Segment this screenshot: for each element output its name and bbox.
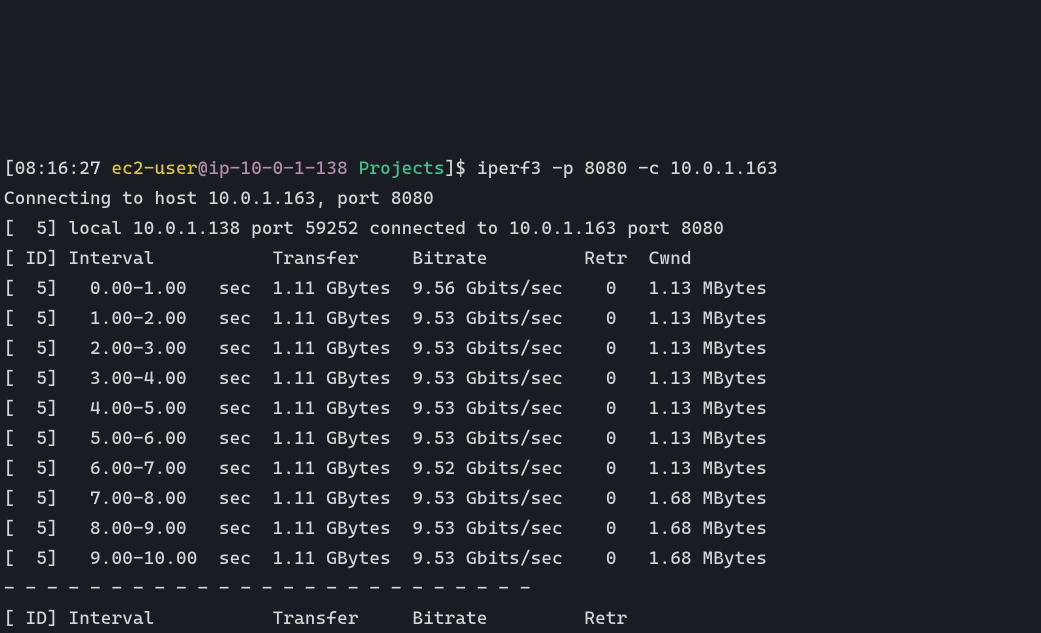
separator-row: - - - - - - - - - - - - - - - - - - - - …: [4, 574, 1037, 604]
working-dir: Projects: [359, 158, 445, 179]
prompt-close: ]$: [445, 158, 477, 179]
interval-row: [ 5] 8.00-9.00 sec 1.11 GBytes 9.53 Gbit…: [4, 514, 1037, 544]
interval-row: [ 5] 3.00-4.00 sec 1.11 GBytes 9.53 Gbit…: [4, 364, 1037, 394]
username: ec2-user: [111, 158, 197, 179]
summary-header: [ ID] Interval Transfer Bitrate Retr: [4, 604, 1037, 633]
prompt-line: [08:16:27 ec2-user@ip-10-0-1-138 Project…: [4, 154, 1037, 184]
hostname: ip-10-0-1-138: [208, 158, 358, 179]
interval-row: [ 5] 9.00-10.00 sec 1.11 GBytes 9.53 Gbi…: [4, 544, 1037, 574]
timestamp: [08:16:27: [4, 158, 111, 179]
at-sign: @: [197, 158, 208, 179]
interval-row: [ 5] 6.00-7.00 sec 1.11 GBytes 9.52 Gbit…: [4, 454, 1037, 484]
command-text: iperf3 -p 8080 -c 10.0.1.163: [477, 158, 778, 179]
connecting-line: Connecting to host 10.0.1.163, port 8080: [4, 184, 1037, 214]
local-line: [ 5] local 10.0.1.138 port 59252 connect…: [4, 214, 1037, 244]
interval-row: [ 5] 4.00-5.00 sec 1.11 GBytes 9.53 Gbit…: [4, 394, 1037, 424]
interval-row: [ 5] 7.00-8.00 sec 1.11 GBytes 9.53 Gbit…: [4, 484, 1037, 514]
interval-row: [ 5] 0.00-1.00 sec 1.11 GBytes 9.56 Gbit…: [4, 274, 1037, 304]
interval-row: [ 5] 2.00-3.00 sec 1.11 GBytes 9.53 Gbit…: [4, 334, 1037, 364]
interval-row: [ 5] 5.00-6.00 sec 1.11 GBytes 9.53 Gbit…: [4, 424, 1037, 454]
header-row: [ ID] Interval Transfer Bitrate Retr Cwn…: [4, 244, 1037, 274]
interval-row: [ 5] 1.00-2.00 sec 1.11 GBytes 9.53 Gbit…: [4, 304, 1037, 334]
terminal-output[interactable]: [08:16:27 ec2-user@ip-10-0-1-138 Project…: [0, 150, 1041, 633]
